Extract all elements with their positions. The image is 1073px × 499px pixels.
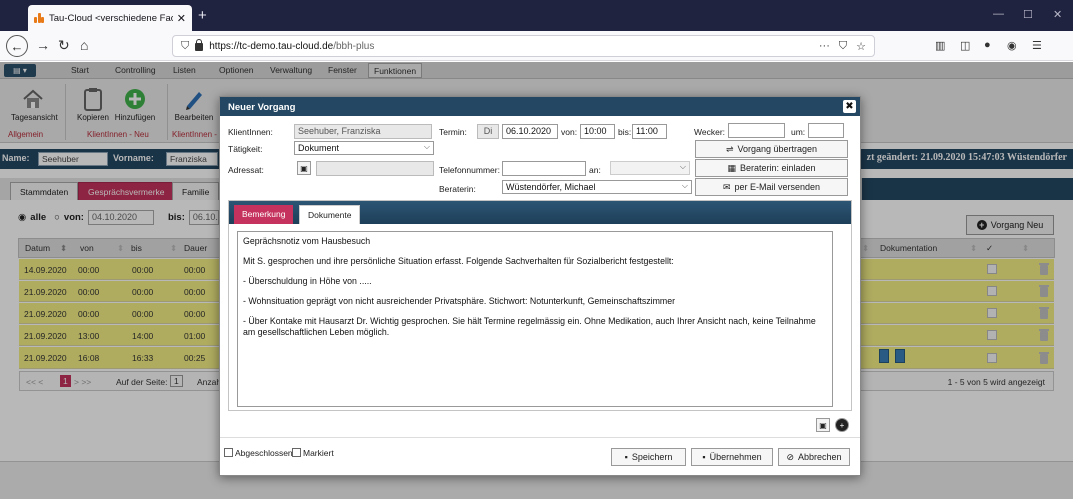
pocket-icon[interactable]: ⛉ bbox=[839, 40, 847, 53]
um-input[interactable] bbox=[808, 123, 844, 138]
uebernehmen-button[interactable]: ▪ Übernehmen bbox=[691, 448, 773, 466]
speichern-button[interactable]: ▪ Speichern bbox=[611, 448, 686, 466]
klientinnen-label: KlientInnen: bbox=[228, 127, 273, 137]
neuer-vorgang-dialog: Neuer Vorgang ✖ KlientInnen: Seehuber, F… bbox=[219, 96, 861, 476]
klientinnen-field: Seehuber, Franziska bbox=[294, 124, 432, 139]
add-icon[interactable]: + bbox=[835, 418, 849, 432]
address-book-icon[interactable]: ▣ bbox=[297, 161, 311, 175]
chevron-down-icon: ⌵ bbox=[679, 162, 686, 171]
note-line: - Über Kontake mit Hausarzt Dr. Wichtig … bbox=[243, 315, 816, 337]
wecker-input[interactable] bbox=[728, 123, 785, 138]
calendar-icon: ▦ bbox=[727, 162, 736, 173]
tau-cloud-favicon-icon bbox=[34, 13, 44, 23]
tab-bemerkung[interactable]: Bemerkung bbox=[234, 205, 294, 224]
beraterin-select[interactable]: Wüstendörfer, Michael ⌵ bbox=[502, 180, 692, 194]
speichern-label: Speichern bbox=[631, 452, 673, 462]
uebernehmen-label: Übernehmen bbox=[709, 452, 762, 462]
bis-time-input[interactable]: 11:00 bbox=[632, 124, 667, 139]
abgeschlossen-checkbox-wrap[interactable]: Abgeschlossen bbox=[224, 448, 293, 458]
telefon-label: Telefonnummer: bbox=[439, 165, 500, 175]
reload-icon[interactable]: ↻ bbox=[58, 37, 70, 54]
email-versenden-label: per E-Mail versenden bbox=[734, 182, 821, 192]
tab-dokumente[interactable]: Dokumente bbox=[299, 205, 361, 224]
an-select[interactable]: ⌵ bbox=[610, 161, 690, 175]
floppy-disk-icon: ▪ bbox=[624, 452, 628, 462]
chevron-down-icon: ⌵ bbox=[423, 142, 430, 151]
telefon-input[interactable] bbox=[502, 161, 586, 176]
extension-icon[interactable]: ◉ bbox=[1007, 39, 1017, 52]
abgeschlossen-label: Abgeschlossen bbox=[235, 448, 293, 458]
note-line: - Überschuldung in Höhe von ..... bbox=[243, 275, 372, 286]
sidebar-icon[interactable]: ◫ bbox=[960, 39, 970, 52]
vorgang-uebertragen-button[interactable]: ⇌ Vorgang übertragen bbox=[695, 140, 848, 158]
abgeschlossen-checkbox[interactable] bbox=[224, 448, 233, 457]
url-host: https://tc-demo.tau-cloud.de bbox=[209, 40, 334, 52]
bemerkung-textarea[interactable]: Geprächsnotiz vom Hausbesuch Mit S. gesp… bbox=[237, 231, 833, 407]
library-icon[interactable]: ▥ bbox=[935, 39, 945, 52]
browser-tab-title: Tau-Cloud <verschiedene Fach bbox=[49, 12, 173, 24]
dialog-divider bbox=[220, 437, 860, 438]
new-tab-icon[interactable]: + bbox=[198, 7, 207, 24]
von-time-input[interactable]: 10:00 bbox=[580, 124, 615, 139]
home-icon[interactable]: ⌂ bbox=[80, 37, 88, 53]
dialog-title: Neuer Vorgang bbox=[220, 97, 860, 116]
abbrechen-label: Abbrechen bbox=[798, 452, 842, 462]
comment-icon[interactable]: ▣ bbox=[816, 418, 830, 432]
url-bar[interactable]: ⛉ https://tc-demo.tau-cloud.de/bbh-plus … bbox=[172, 35, 875, 57]
um-label: um: bbox=[791, 127, 806, 137]
close-dialog-icon[interactable]: ✖ bbox=[843, 100, 856, 113]
tracking-shield-icon[interactable]: ⛉ bbox=[181, 40, 189, 53]
termin-date-input[interactable]: 06.10.2020 bbox=[502, 124, 558, 139]
email-versenden-button[interactable]: ✉ per E-Mail versenden bbox=[695, 178, 848, 196]
note-line: Geprächsnotiz vom Hausbesuch bbox=[243, 236, 371, 246]
close-window-icon[interactable]: ✕ bbox=[1053, 8, 1062, 21]
account-icon[interactable]: ● bbox=[984, 39, 991, 51]
taetigkeit-value: Dokument bbox=[298, 143, 340, 153]
forward-arrow-icon[interactable]: → bbox=[36, 37, 50, 53]
bis-label: bis: bbox=[618, 127, 632, 137]
maximize-window-icon[interactable]: ☐ bbox=[1023, 8, 1033, 21]
page-actions-icon[interactable]: ··· bbox=[819, 40, 830, 53]
back-arrow-icon[interactable]: ← bbox=[6, 35, 28, 57]
url-path: /bbh-plus bbox=[333, 40, 375, 52]
swap-arrows-icon: ⇌ bbox=[725, 143, 734, 154]
termin-label: Termin: bbox=[439, 127, 467, 137]
termin-weekday: Di bbox=[477, 124, 499, 139]
adressat-field bbox=[316, 161, 434, 176]
vorgang-uebertragen-label: Vorgang übertragen bbox=[737, 144, 818, 154]
cancel-circle-icon: ⊘ bbox=[786, 451, 794, 462]
envelope-icon: ✉ bbox=[722, 181, 731, 192]
hamburger-menu-icon[interactable]: ☰ bbox=[1032, 39, 1042, 52]
note-line: Mit S. gesprochen und ihre persönliche S… bbox=[243, 255, 674, 266]
beraterin-einladen-label: Beraterin: einladen bbox=[739, 163, 816, 173]
chevron-down-icon: ⌵ bbox=[681, 181, 688, 190]
floppy-disk-icon: ▪ bbox=[702, 452, 706, 462]
beraterin-einladen-button[interactable]: ▦ Beraterin: einladen bbox=[695, 159, 848, 177]
beraterin-value: Wüstendörfer, Michael bbox=[506, 182, 596, 192]
close-tab-icon[interactable]: ✕ bbox=[177, 12, 186, 25]
note-line: - Wohnsituation geprägt von nicht ausrei… bbox=[243, 295, 676, 306]
taetigkeit-select[interactable]: Dokument ⌵ bbox=[294, 141, 434, 155]
taetigkeit-label: Tätigkeit: bbox=[228, 144, 263, 154]
lock-icon[interactable] bbox=[195, 39, 204, 51]
markiert-checkbox[interactable] bbox=[292, 448, 301, 457]
bookmark-star-icon[interactable]: ☆ bbox=[856, 40, 866, 53]
markiert-label: Markiert bbox=[303, 448, 334, 458]
von-label: von: bbox=[561, 127, 578, 137]
browser-tab[interactable]: Tau-Cloud <verschiedene Fach ✕ bbox=[28, 5, 192, 31]
minimize-window-icon[interactable]: — bbox=[993, 8, 1004, 20]
an-label: an: bbox=[589, 165, 601, 175]
adressat-label: Adressat: bbox=[228, 165, 264, 175]
abbrechen-button[interactable]: ⊘ Abbrechen bbox=[778, 448, 850, 466]
markiert-checkbox-wrap[interactable]: Markiert bbox=[292, 448, 334, 458]
wecker-label: Wecker: bbox=[694, 127, 726, 137]
beraterin-label: Beraterin: bbox=[439, 184, 476, 194]
